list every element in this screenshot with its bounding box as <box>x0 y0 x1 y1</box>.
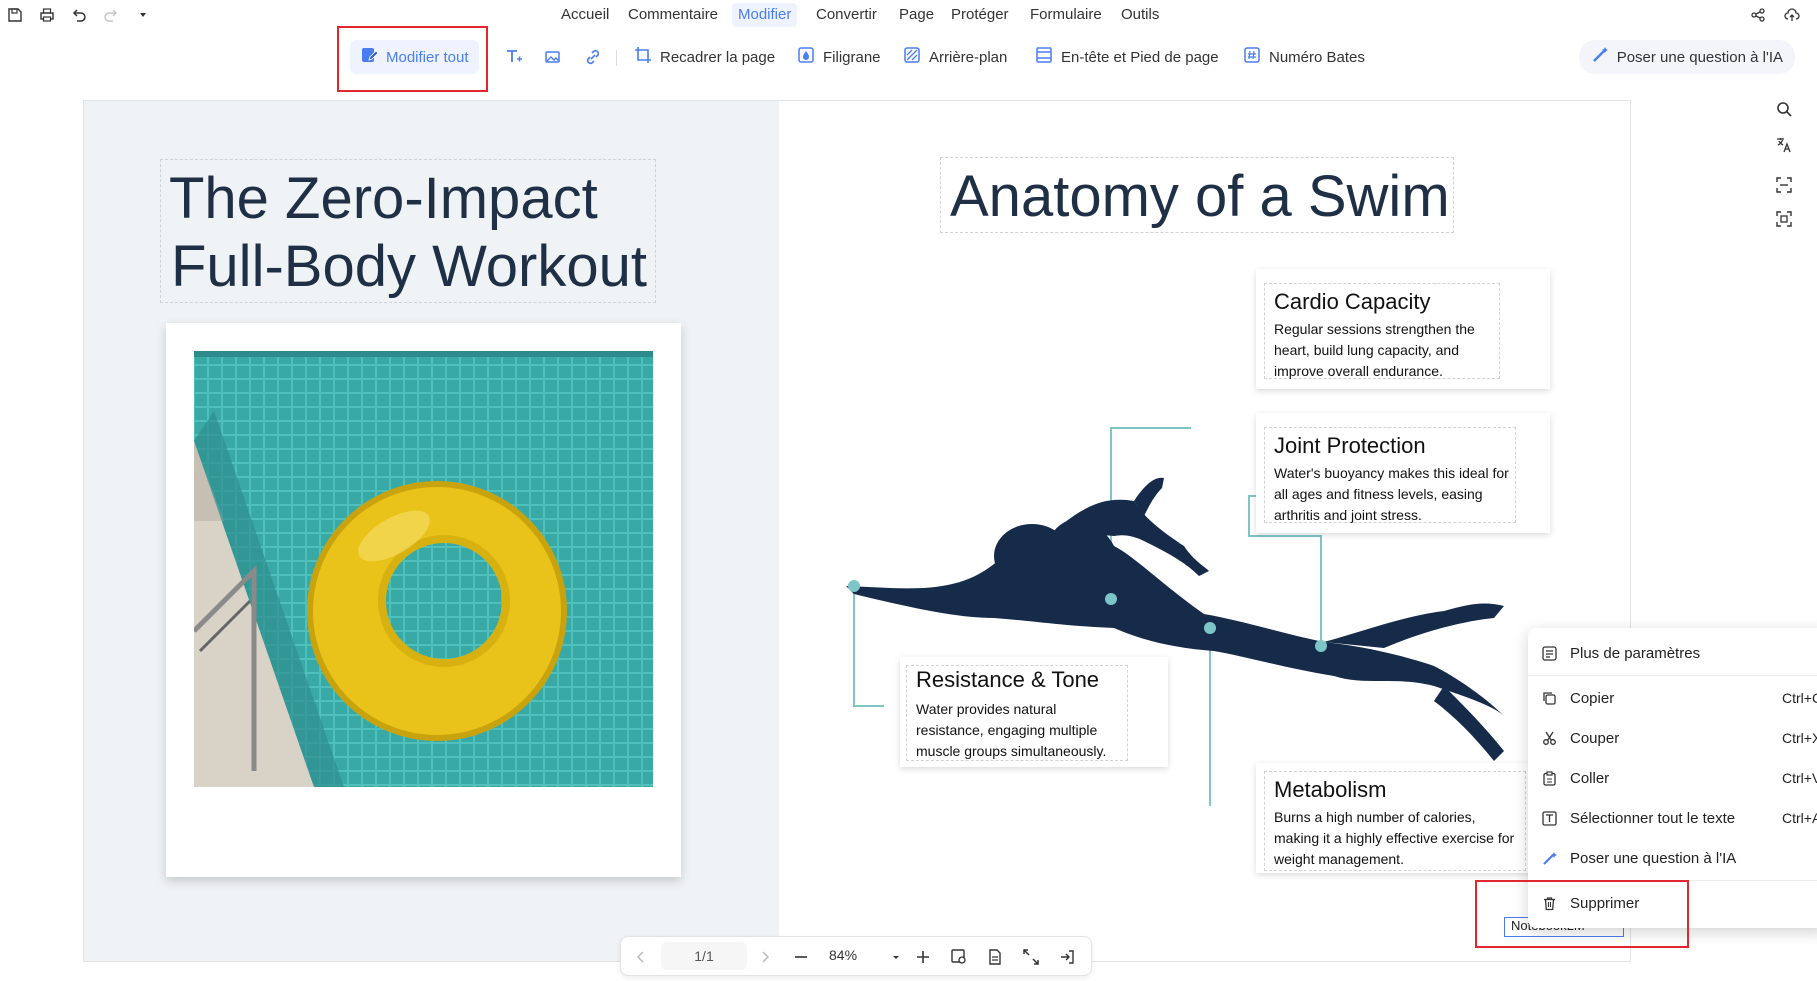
toolbar-divider <box>616 50 617 66</box>
ai-sparkle-icon <box>1591 46 1609 68</box>
edit-toolbar: Modifier tout Recadrer la page Filigrane… <box>0 36 1817 80</box>
zoom-in-icon[interactable] <box>911 945 935 969</box>
context-more-settings[interactable]: Plus de paramètres <box>1540 638 1810 668</box>
page-number-field[interactable]: 1/1 <box>661 942 747 970</box>
menu-page[interactable]: Page <box>893 3 940 27</box>
context-copy[interactable]: Copier Ctrl+C <box>1540 683 1817 713</box>
menu-commentaire[interactable]: Commentaire <box>622 3 724 27</box>
context-copy-shortcut: Ctrl+C <box>1782 690 1817 706</box>
card-cardio-body: Regular sessions strengthen the heart, b… <box>1274 321 1475 379</box>
settings-list-icon <box>1540 644 1558 662</box>
context-more-settings-label: Plus de paramètres <box>1570 644 1701 662</box>
redo-icon[interactable] <box>100 4 122 26</box>
background-icon <box>903 46 921 68</box>
zoom-level[interactable]: 84% <box>829 947 857 963</box>
translate-icon[interactable] <box>1771 132 1797 158</box>
bates-number-label: Numéro Bates <box>1269 48 1365 66</box>
paste-icon <box>1540 769 1558 787</box>
ask-ai-button[interactable]: Poser une question à l'IA <box>1578 40 1795 74</box>
add-image-icon[interactable] <box>540 44 566 70</box>
cloud-upload-icon[interactable] <box>1781 4 1803 26</box>
menu-formulaire[interactable]: Formulaire <box>1024 3 1108 27</box>
context-cut[interactable]: Couper Ctrl+X <box>1540 723 1817 753</box>
context-cut-shortcut: Ctrl+X <box>1782 730 1817 746</box>
background-label: Arrière-plan <box>929 48 1008 66</box>
card-metabolism-body: Burns a high number of calories, making … <box>1274 809 1515 867</box>
left-title-line-2: Full-Body Workout <box>171 234 647 299</box>
menu-accueil[interactable]: Accueil <box>555 3 615 27</box>
highlight-box-edit-all <box>337 26 488 92</box>
header-footer-icon <box>1035 46 1053 68</box>
context-copy-label: Copier <box>1570 689 1615 707</box>
fit-page-icon[interactable] <box>947 945 971 969</box>
menu-modifier[interactable]: Modifier <box>732 3 798 27</box>
context-paste-label: Coller <box>1570 769 1610 787</box>
card-joint-title: Joint Protection <box>1274 433 1426 458</box>
card-joint-body: Water's buoyancy makes this ideal for al… <box>1274 465 1509 523</box>
top-menu-bar: Accueil Commentaire Modifier Convertir P… <box>0 0 1817 30</box>
page-navigation-bar: 1/1 84% <box>620 936 1092 976</box>
menu-convertir[interactable]: Convertir <box>810 3 883 27</box>
ask-ai-label: Poser une question à l'IA <box>1616 48 1783 66</box>
bates-icon <box>1243 46 1261 68</box>
ai-icon <box>1540 849 1558 867</box>
exit-icon[interactable] <box>1055 945 1079 969</box>
fullscreen-icon[interactable] <box>1019 945 1043 969</box>
crop-page-button[interactable]: Recadrer la page <box>634 40 775 74</box>
context-select-all-shortcut: Ctrl+A <box>1782 810 1817 826</box>
scissors-icon <box>1540 729 1558 747</box>
context-select-all-label: Sélectionner tout le texte <box>1570 809 1736 827</box>
context-paste[interactable]: Coller Ctrl+V <box>1540 763 1817 793</box>
ocr-scan-icon[interactable] <box>1771 172 1797 198</box>
share-icon[interactable] <box>1747 4 1769 26</box>
header-footer-button[interactable]: En-tête et Pied de page <box>1035 40 1219 74</box>
bates-number-button[interactable]: Numéro Bates <box>1243 40 1365 74</box>
context-cut-label: Couper <box>1570 729 1620 747</box>
menu-outils[interactable]: Outils <box>1115 3 1165 27</box>
crop-icon <box>634 46 652 68</box>
context-ask-ai[interactable]: Poser une question à l'IA <box>1540 843 1810 873</box>
watermark-icon <box>797 46 815 68</box>
copy-icon <box>1540 689 1558 707</box>
zoom-out-icon[interactable] <box>789 945 813 969</box>
screenshot-icon[interactable] <box>1771 206 1797 232</box>
select-text-icon <box>1540 809 1558 827</box>
search-icon[interactable] <box>1771 96 1797 122</box>
previous-page-icon[interactable] <box>629 945 653 969</box>
add-text-icon[interactable] <box>501 44 527 70</box>
watermark-button[interactable]: Filigrane <box>797 40 881 74</box>
background-button[interactable]: Arrière-plan <box>903 40 1007 74</box>
context-separator <box>1528 675 1817 676</box>
single-page-view-icon[interactable] <box>983 945 1007 969</box>
undo-icon[interactable] <box>68 4 90 26</box>
zoom-dropdown-icon[interactable] <box>884 945 908 969</box>
card-resistance-title: Resistance & Tone <box>916 667 1100 692</box>
pool-photo[interactable] <box>194 351 653 787</box>
document-canvas[interactable]: The Zero-Impact Full-Body Workout Anatom… <box>83 100 1631 962</box>
crop-page-label: Recadrer la page <box>660 48 776 66</box>
menu-proteger[interactable]: Protéger <box>945 3 1015 27</box>
chevron-down-icon[interactable] <box>132 4 154 26</box>
context-ask-ai-label: Poser une question à l'IA <box>1570 849 1737 867</box>
context-paste-shortcut: Ctrl+V <box>1782 770 1817 786</box>
right-title: Anatomy of a Swim <box>950 164 1450 229</box>
header-footer-label: En-tête et Pied de page <box>1061 48 1219 66</box>
save-icon[interactable] <box>4 4 26 26</box>
watermark-label: Filigrane <box>823 48 881 66</box>
context-select-all[interactable]: Sélectionner tout le texte Ctrl+A <box>1540 803 1817 833</box>
highlight-box-delete <box>1475 880 1689 948</box>
next-page-icon[interactable] <box>753 945 777 969</box>
card-cardio-title: Cardio Capacity <box>1274 289 1431 314</box>
card-metabolism-title: Metabolism <box>1274 777 1387 802</box>
print-icon[interactable] <box>36 4 58 26</box>
card-resistance-body: Water provides natural resistance, engag… <box>916 701 1107 759</box>
add-link-icon[interactable] <box>580 44 606 70</box>
left-title-line-1: The Zero-Impact <box>169 166 598 231</box>
